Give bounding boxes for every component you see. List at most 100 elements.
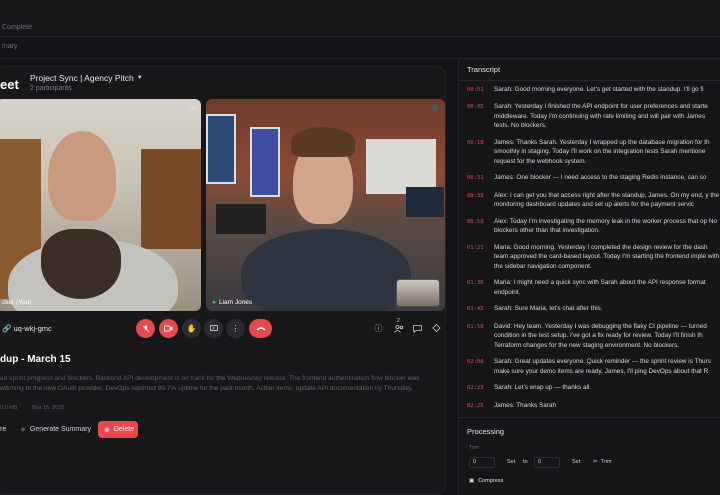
- person-beard: [41, 229, 121, 299]
- transcript-text: James: Thanks Sarah. Yesterday I wrapped…: [494, 138, 710, 165]
- transcript-line[interactable]: 00:05 Sarah: Yesterday I finished the API…: [459, 99, 720, 135]
- person-hair: [291, 127, 355, 157]
- tile-label: ● Liam Jones: [212, 299, 252, 306]
- meeting-summary: ed sprint progress and blockers. Backend…: [0, 375, 420, 392]
- project-selector[interactable]: Project Sync | Agency Pitch ▼: [30, 73, 143, 83]
- transcript-text: Maria: Good morning. Yesterday I complet…: [494, 243, 720, 270]
- transcript-text: Alex: I can get you that access right af…: [494, 191, 720, 209]
- generate-summary-button[interactable]: ✧ Generate Summary: [14, 421, 97, 438]
- app-title: eet: [0, 77, 19, 92]
- present-button[interactable]: [204, 319, 223, 338]
- timestamp[interactable]: 00:18: [467, 138, 494, 167]
- transcript-line[interactable]: 01:50 David: Hey team. Yesterday I was de…: [459, 318, 720, 354]
- video-tile-remote[interactable]: ● Liam Jones: [206, 99, 445, 311]
- transcript-line[interactable]: 00:38 Alex: I can get you that access rig…: [459, 187, 720, 213]
- delete-label: Delete: [113, 426, 135, 433]
- cabinet: [141, 149, 201, 249]
- participant-count: 2 participants: [30, 85, 72, 92]
- trim-start-field[interactable]: 0: [469, 456, 495, 468]
- wall-art: [250, 127, 280, 197]
- transcript-line[interactable]: 02:23 Sarah: Let's wrap up — thanks all.: [459, 380, 720, 398]
- transcript-line[interactable]: 00:01 Sarah: Good morning everyone. Let's…: [459, 81, 720, 99]
- more-vertical-icon: ⋮: [231, 324, 240, 333]
- trash-icon: ⊗: [104, 426, 110, 434]
- video-tile-self[interactable]: cker (You): [0, 99, 201, 311]
- info-icon[interactable]: ⓘ: [373, 323, 384, 334]
- meeting-code-text: uq-wkj-gmc: [13, 324, 52, 333]
- share-button[interactable]: re: [0, 421, 12, 438]
- transcript-line[interactable]: 01:36 Maria: I might need a quick sync wi…: [459, 275, 720, 301]
- toggle-camera-button[interactable]: [159, 319, 178, 338]
- wall-art: [206, 114, 236, 184]
- transcript-line[interactable]: 01:21 Maria: Good morning. Yesterday I co…: [459, 239, 720, 275]
- person-head: [48, 131, 116, 221]
- timestamp[interactable]: 01:36: [467, 278, 494, 297]
- generate-summary-label: Generate Summary: [29, 426, 91, 433]
- more-options-button[interactable]: ⋮: [226, 319, 245, 338]
- transcript-text: James: One blocker — I need access to th…: [494, 174, 707, 181]
- transcript-line[interactable]: 02:08 Sarah: Great updates everyone. Quic…: [459, 354, 720, 380]
- timestamp[interactable]: 00:31: [467, 173, 494, 184]
- raise-hand-button[interactable]: ✋: [182, 319, 201, 338]
- trim-label: Trim: [469, 445, 479, 451]
- transcript-line[interactable]: 02:25 James: Thanks Sarah: [459, 397, 720, 415]
- timestamp[interactable]: 01:21: [467, 243, 494, 272]
- trim-start-input[interactable]: 0: [469, 456, 495, 468]
- sparkle-icon: ✧: [20, 426, 26, 434]
- timestamp[interactable]: 01:50: [467, 322, 494, 351]
- processing-section: Processing Trim 0 Set to 0 Set ✂ Trim ▣ …: [459, 417, 720, 495]
- timestamp[interactable]: 02:25: [467, 401, 494, 412]
- transcript-line[interactable]: 00:31 James: One blocker — I need access …: [459, 170, 720, 188]
- more-icon[interactable]: [430, 103, 440, 113]
- meeting-title: dup - March 15: [0, 354, 71, 365]
- trim-end-field[interactable]: 0: [534, 456, 560, 468]
- trim-button[interactable]: ✂ Trim: [593, 456, 611, 468]
- sub-bar: mary: [0, 37, 720, 59]
- compress-label: Compress: [478, 477, 504, 484]
- mute-mic-button[interactable]: [136, 319, 155, 338]
- self-preview[interactable]: [396, 279, 440, 307]
- timestamp[interactable]: 02:23: [467, 383, 494, 394]
- compress-button[interactable]: ▣ Compress: [469, 474, 503, 487]
- tile-name: Liam Jones: [218, 299, 253, 306]
- transcript-line[interactable]: 00:50 Alex: Today I'm investigating the m…: [459, 213, 720, 239]
- transcript-line[interactable]: 01:45 Sarah: Sure Maria, let's chat after…: [459, 301, 720, 319]
- timestamp[interactable]: 00:50: [467, 217, 494, 236]
- timestamp[interactable]: 01:45: [467, 304, 494, 315]
- set-start-button[interactable]: Set: [507, 459, 515, 465]
- transcript-panel: Transcript 00:01 Sarah: Good morning ever…: [458, 59, 720, 495]
- transcript-text: Maria: I might need a quick sync with Sa…: [494, 279, 706, 296]
- chat-icon[interactable]: [412, 323, 423, 334]
- trim-end-input[interactable]: 0: [534, 456, 560, 468]
- chevron-down-icon: ▼: [136, 75, 143, 81]
- end-call-button[interactable]: [249, 319, 272, 338]
- set-end-button[interactable]: Set: [572, 459, 580, 465]
- people-icon[interactable]: [393, 323, 404, 334]
- transcript-list[interactable]: 00:01 Sarah: Good morning everyone. Let's…: [459, 81, 720, 417]
- timestamp[interactable]: 00:05: [467, 102, 494, 131]
- sub-breadcrumb[interactable]: mary: [2, 43, 18, 50]
- hand-icon: ✋: [186, 324, 197, 333]
- delete-button[interactable]: ⊗ Delete: [98, 421, 138, 438]
- transcript-line[interactable]: 00:18 James: Thanks Sarah. Yesterday I wr…: [459, 134, 720, 170]
- trim-start-set[interactable]: Set: [507, 456, 515, 468]
- share-label: re: [0, 426, 7, 433]
- meeting-date: Mar 15, 2025: [32, 405, 65, 411]
- trim-end-set[interactable]: Set: [572, 456, 580, 468]
- transcript-text: Sarah: Sure Maria, let's chat after this…: [494, 305, 603, 312]
- meeting-code[interactable]: 🔗 uq-wkj-gmc: [2, 324, 52, 333]
- transcript-text: Alex: Today I'm investigating the memory…: [494, 217, 718, 235]
- timestamp[interactable]: 00:01: [467, 85, 494, 96]
- scissors-icon: ✂: [593, 459, 598, 465]
- activities-icon[interactable]: [431, 323, 442, 334]
- meeting-size: 0.0 MB: [0, 405, 18, 411]
- to-label: to: [523, 456, 528, 468]
- timestamp[interactable]: 00:38: [467, 191, 494, 210]
- transcript-text: David: Hey team. Yesterday I was debuggi…: [494, 322, 707, 349]
- trim-button-label: Trim: [600, 459, 612, 465]
- tablet: [216, 204, 266, 234]
- top-breadcrumb[interactable]: Complete: [2, 24, 32, 31]
- camera-icon[interactable]: [186, 103, 196, 113]
- timestamp[interactable]: 02:08: [467, 357, 494, 376]
- project-name: Project Sync | Agency Pitch: [30, 73, 134, 83]
